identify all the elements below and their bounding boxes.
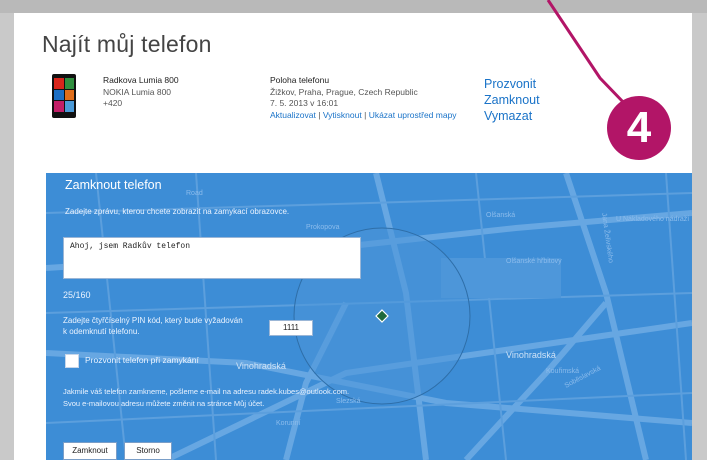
annotation-pointer-line: [546, 0, 628, 107]
annotation-step-badge: 4: [607, 96, 671, 160]
